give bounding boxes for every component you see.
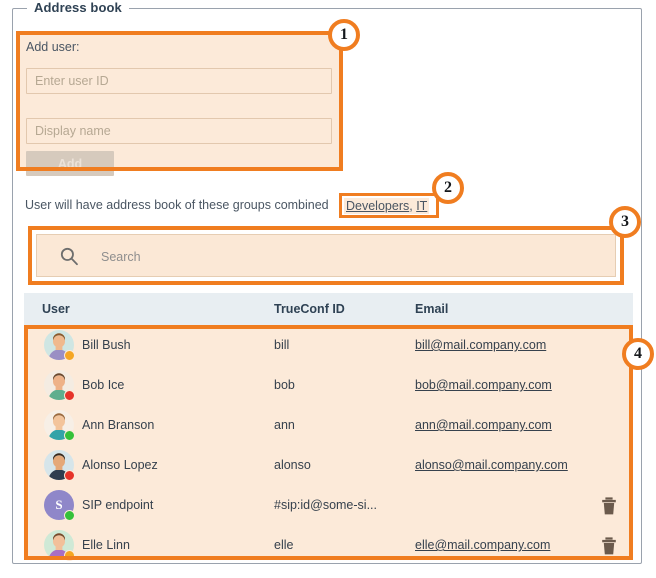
avatar xyxy=(44,530,75,561)
annotation-badge-2: 2 xyxy=(432,172,464,204)
user-display-name: SIP endpoint xyxy=(82,498,154,512)
user-trueconf-id: bob xyxy=(274,378,295,392)
avatar xyxy=(44,330,75,361)
add-user-section: Add user: Add xyxy=(16,31,343,176)
user-email-link[interactable]: bill@mail.company.com xyxy=(415,338,546,352)
page-title: Address book xyxy=(27,0,129,15)
delete-contact-button[interactable] xyxy=(600,536,618,556)
delete-contact-button[interactable] xyxy=(600,496,618,516)
avatar xyxy=(44,410,75,441)
user-trueconf-id: elle xyxy=(274,538,294,552)
group-link-developers[interactable]: Developers xyxy=(346,199,409,213)
user-email-link[interactable]: alonso@mail.company.com xyxy=(415,458,568,472)
user-email-link[interactable]: ann@mail.company.com xyxy=(415,418,552,432)
annotation-badge-1: 1 xyxy=(328,19,360,51)
column-header-trueconf-id: TrueConf ID xyxy=(274,302,345,316)
status-indicator-away xyxy=(64,550,75,561)
avatar xyxy=(44,370,75,401)
search-input[interactable] xyxy=(99,235,603,278)
status-indicator-busy xyxy=(64,470,75,481)
user-display-name: Bill Bush xyxy=(82,338,131,352)
status-indicator-away xyxy=(64,350,75,361)
user-display-name: Elle Linn xyxy=(82,538,130,552)
groups-links: Developers, IT xyxy=(344,198,430,214)
address-book-table: Bill Bush bill bill@mail.company.com Bob Ic… xyxy=(24,326,633,561)
user-email-link[interactable]: bob@mail.company.com xyxy=(415,378,552,392)
table-row[interactable]: Elle Linn elle elle@mail.company.com xyxy=(24,526,633,566)
annotation-badge-3: 3 xyxy=(609,206,641,238)
user-trueconf-id: ann xyxy=(274,418,295,432)
table-row[interactable]: Bob Ice bob bob@mail.company.com xyxy=(24,366,633,406)
status-indicator-busy xyxy=(64,390,75,401)
add-user-button[interactable]: Add xyxy=(26,151,114,176)
add-user-label: Add user: xyxy=(26,40,80,54)
user-display-name: Alonso Lopez xyxy=(82,458,158,472)
user-email-link[interactable]: elle@mail.company.com xyxy=(415,538,550,552)
user-id-input[interactable] xyxy=(26,68,332,94)
user-display-name: Ann Branson xyxy=(82,418,155,432)
status-indicator-online xyxy=(64,430,75,441)
group-link-it[interactable]: IT xyxy=(416,199,427,213)
groups-note-text: User will have address book of these gro… xyxy=(25,198,329,212)
column-header-user: User xyxy=(42,302,70,316)
user-display-name: Bob Ice xyxy=(82,378,125,392)
display-name-input[interactable] xyxy=(26,118,332,144)
annotation-badge-4: 4 xyxy=(622,338,654,370)
user-trueconf-id: bill xyxy=(274,338,290,352)
table-header-row: User TrueConf ID Email xyxy=(24,293,633,326)
search-icon xyxy=(59,246,79,266)
table-row[interactable]: S SIP endpoint #sip:id@some-si... xyxy=(24,486,633,526)
column-header-email: Email xyxy=(415,302,449,316)
user-trueconf-id: #sip:id@some-si... xyxy=(274,498,377,512)
avatar: S xyxy=(44,490,75,521)
avatar xyxy=(44,450,75,481)
search-bar xyxy=(36,234,616,278)
table-row[interactable]: Alonso Lopez alonso alonso@mail.company.co… xyxy=(24,446,633,486)
table-row[interactable]: Ann Branson ann ann@mail.company.com xyxy=(24,406,633,446)
table-row[interactable]: Bill Bush bill bill@mail.company.com xyxy=(24,326,633,366)
status-indicator-online xyxy=(64,510,75,521)
user-trueconf-id: alonso xyxy=(274,458,311,472)
